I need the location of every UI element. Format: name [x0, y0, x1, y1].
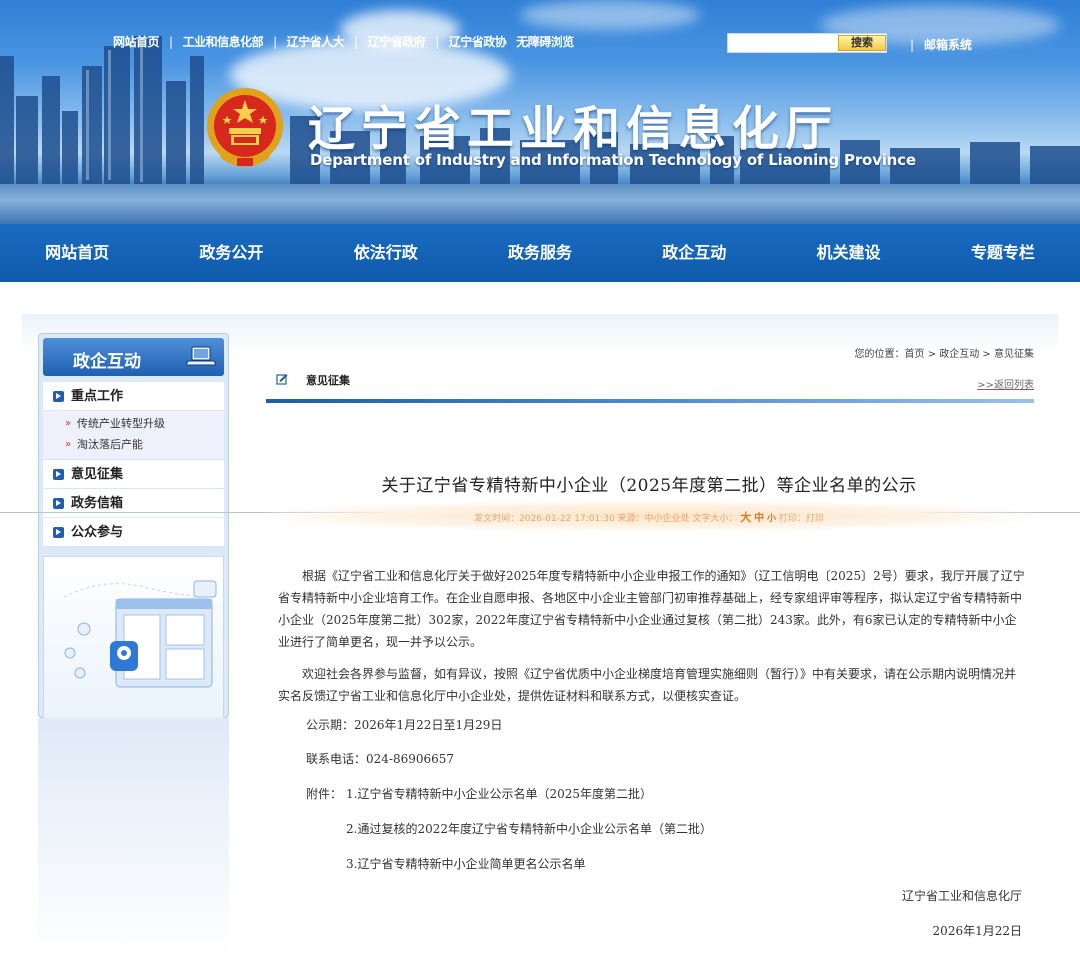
article-title: 关于辽宁省专精特新中小企业（2025年度第二批）等企业名单的公示 — [381, 476, 917, 496]
nav-home[interactable]: 网站首页 — [0, 224, 154, 282]
back-to-list-link[interactable]: >>返回列表 — [977, 376, 1034, 391]
nav-law[interactable]: 依法行政 — [309, 224, 463, 282]
sidebar-submenu: » 传统产业转型升级 » 淘汰落后产能 — [43, 411, 224, 460]
section-underline — [266, 399, 1034, 403]
article-content: 根据《辽宁省工业和信息化厅关于做好2025年度专精特新中小企业申报工作的通知》（… — [278, 565, 1026, 717]
site-header: 网站首页 | 工业和信息化部 | 辽宁省人大 | 辽宁省政府 | 辽宁省政协 无… — [0, 0, 1080, 224]
sidebar-item-label: 政务信箱 — [71, 496, 124, 511]
attachment-link[interactable]: 2.通过复核的2022年度辽宁省专精特新中小企业公示名单（第二批） — [346, 818, 712, 840]
attachments-label: 附件： — [306, 787, 343, 801]
sidebar-title: 政企互动 — [73, 352, 141, 372]
main-nav: 网站首页 政务公开 依法行政 政务服务 政企互动 机关建设 专题专栏 — [0, 224, 1080, 282]
sidebar-item-key-work[interactable]: 重点工作 — [43, 382, 224, 411]
nav-topics[interactable]: 专题专栏 — [926, 224, 1080, 282]
sidebar-subitem-transformation[interactable]: » 传统产业转型升级 — [43, 413, 224, 434]
sidebar-menu: 重点工作 » 传统产业转型升级 » 淘汰落后产能 意见征集 政务信箱 公众参与 — [43, 382, 224, 547]
separator: | — [273, 34, 277, 49]
spacer — [0, 282, 1080, 314]
national-emblem-icon — [207, 88, 283, 167]
sidebar-illustration — [43, 556, 224, 724]
article-signature: 辽宁省工业和信息化厅 — [901, 889, 1022, 903]
edit-document-icon — [276, 374, 288, 385]
mail-system-link[interactable]: 邮箱系统 — [910, 36, 972, 53]
sidebar-item-opinions[interactable]: 意见征集 — [43, 460, 224, 489]
search-button[interactable]: 搜索 — [838, 35, 886, 51]
article-period: 公示期：2026年1月22日至1月29日 — [306, 718, 503, 732]
main-panel: 您的位置：首页 > 政企互动 > 意见征集 意见征集 >>返回列表 关于辽宁省专… — [240, 333, 1058, 962]
attachment-link[interactable]: 3.辽宁省专精特新中小企业简单更名公示名单 — [346, 853, 585, 875]
separator: | — [435, 34, 439, 49]
top-link-cppcc[interactable]: 辽宁省政协 — [449, 33, 507, 50]
sidebar-subitem-elimination[interactable]: » 淘汰落后产能 — [43, 434, 224, 455]
sidebar-item-participation[interactable]: 公众参与 — [43, 518, 224, 547]
article-paragraph: 欢迎社会各界参与监督，如有异议，按照《辽宁省优质中小企业梯度培育管理实施细则（暂… — [278, 667, 1017, 703]
online-service-illustration-icon — [63, 580, 217, 688]
top-links-bar: 网站首页 | 工业和信息化部 | 辽宁省人大 | 辽宁省政府 | 辽宁省政协 无… — [113, 33, 574, 50]
site-title: 辽宁省工业和信息化厅 — [308, 102, 838, 157]
bullet-icon — [53, 527, 64, 538]
sidebar-item-mailbox[interactable]: 政务信箱 — [43, 489, 224, 518]
article-date: 2026年1月22日 — [932, 924, 1022, 938]
bullet-icon — [53, 391, 64, 402]
nav-interaction[interactable]: 政企互动 — [617, 224, 771, 282]
top-link-gov[interactable]: 辽宁省政府 — [368, 33, 426, 50]
section-title: 意见征集 — [306, 374, 350, 387]
top-link-npc[interactable]: 辽宁省人大 — [287, 33, 345, 50]
separator: | — [354, 34, 358, 49]
site-subtitle: Department of Industry and Information T… — [310, 151, 916, 169]
bullet-icon — [53, 498, 64, 509]
bullet-icon — [53, 469, 64, 480]
nav-gov-affairs[interactable]: 政务公开 — [154, 224, 308, 282]
cloud-decoration — [520, 0, 700, 30]
sidebar-item-label: 公众参与 — [71, 525, 124, 540]
nav-agency[interactable]: 机关建设 — [771, 224, 925, 282]
print-button[interactable]: 打印：打印 — [779, 514, 824, 524]
arrow-right-icon: » — [65, 439, 72, 450]
font-size-large-button[interactable]: 大 — [740, 511, 751, 524]
sidebar-header: 政企互动 — [43, 338, 224, 376]
top-link-home[interactable]: 网站首页 — [113, 33, 160, 50]
sidebar-fade — [38, 718, 229, 962]
section-header: 意见征集 >>返回列表 — [266, 367, 1034, 397]
sidebar-subitem-label: 传统产业转型升级 — [77, 417, 165, 430]
breadcrumb: 您的位置：首页 > 政企互动 > 意见征集 — [854, 349, 1034, 360]
attachment-link[interactable]: 1.辽宁省专精特新中小企业公示名单（2025年度第二批） — [346, 783, 652, 805]
article-phone: 联系电话：024-86906657 — [306, 752, 455, 766]
article-meta-info: 发文时间：2026-01-22 17:01:30 来源：中小企业处 文字大小： — [474, 514, 738, 524]
nav-services[interactable]: 政务服务 — [463, 224, 617, 282]
font-size-medium-button[interactable]: 中 — [754, 513, 764, 524]
font-size-small-button[interactable]: 小 — [767, 514, 776, 524]
sidebar-item-label: 意见征集 — [71, 467, 124, 482]
sidebar-item-label: 重点工作 — [71, 389, 124, 404]
laptop-icon — [186, 346, 216, 366]
sidebar-subitem-label: 淘汰落后产能 — [77, 438, 143, 451]
sidebar: 政企互动 重点工作 » 传统产业转型升级 » 淘汰落后产能 意见征集 政务信箱 … — [38, 333, 229, 724]
arrow-right-icon: » — [65, 418, 72, 429]
separator: | — [169, 34, 173, 49]
top-link-accessibility[interactable]: 无障碍浏览 — [516, 33, 574, 50]
top-link-miit[interactable]: 工业和信息化部 — [183, 33, 264, 50]
article-paragraph: 根据《辽宁省工业和信息化厅关于做好2025年度专精特新中小企业申报工作的通知》（… — [278, 569, 1025, 649]
river-band — [0, 184, 1080, 224]
article-meta: 发文时间：2026-01-22 17:01:30 来源：中小企业处 文字大小： … — [240, 509, 1058, 525]
